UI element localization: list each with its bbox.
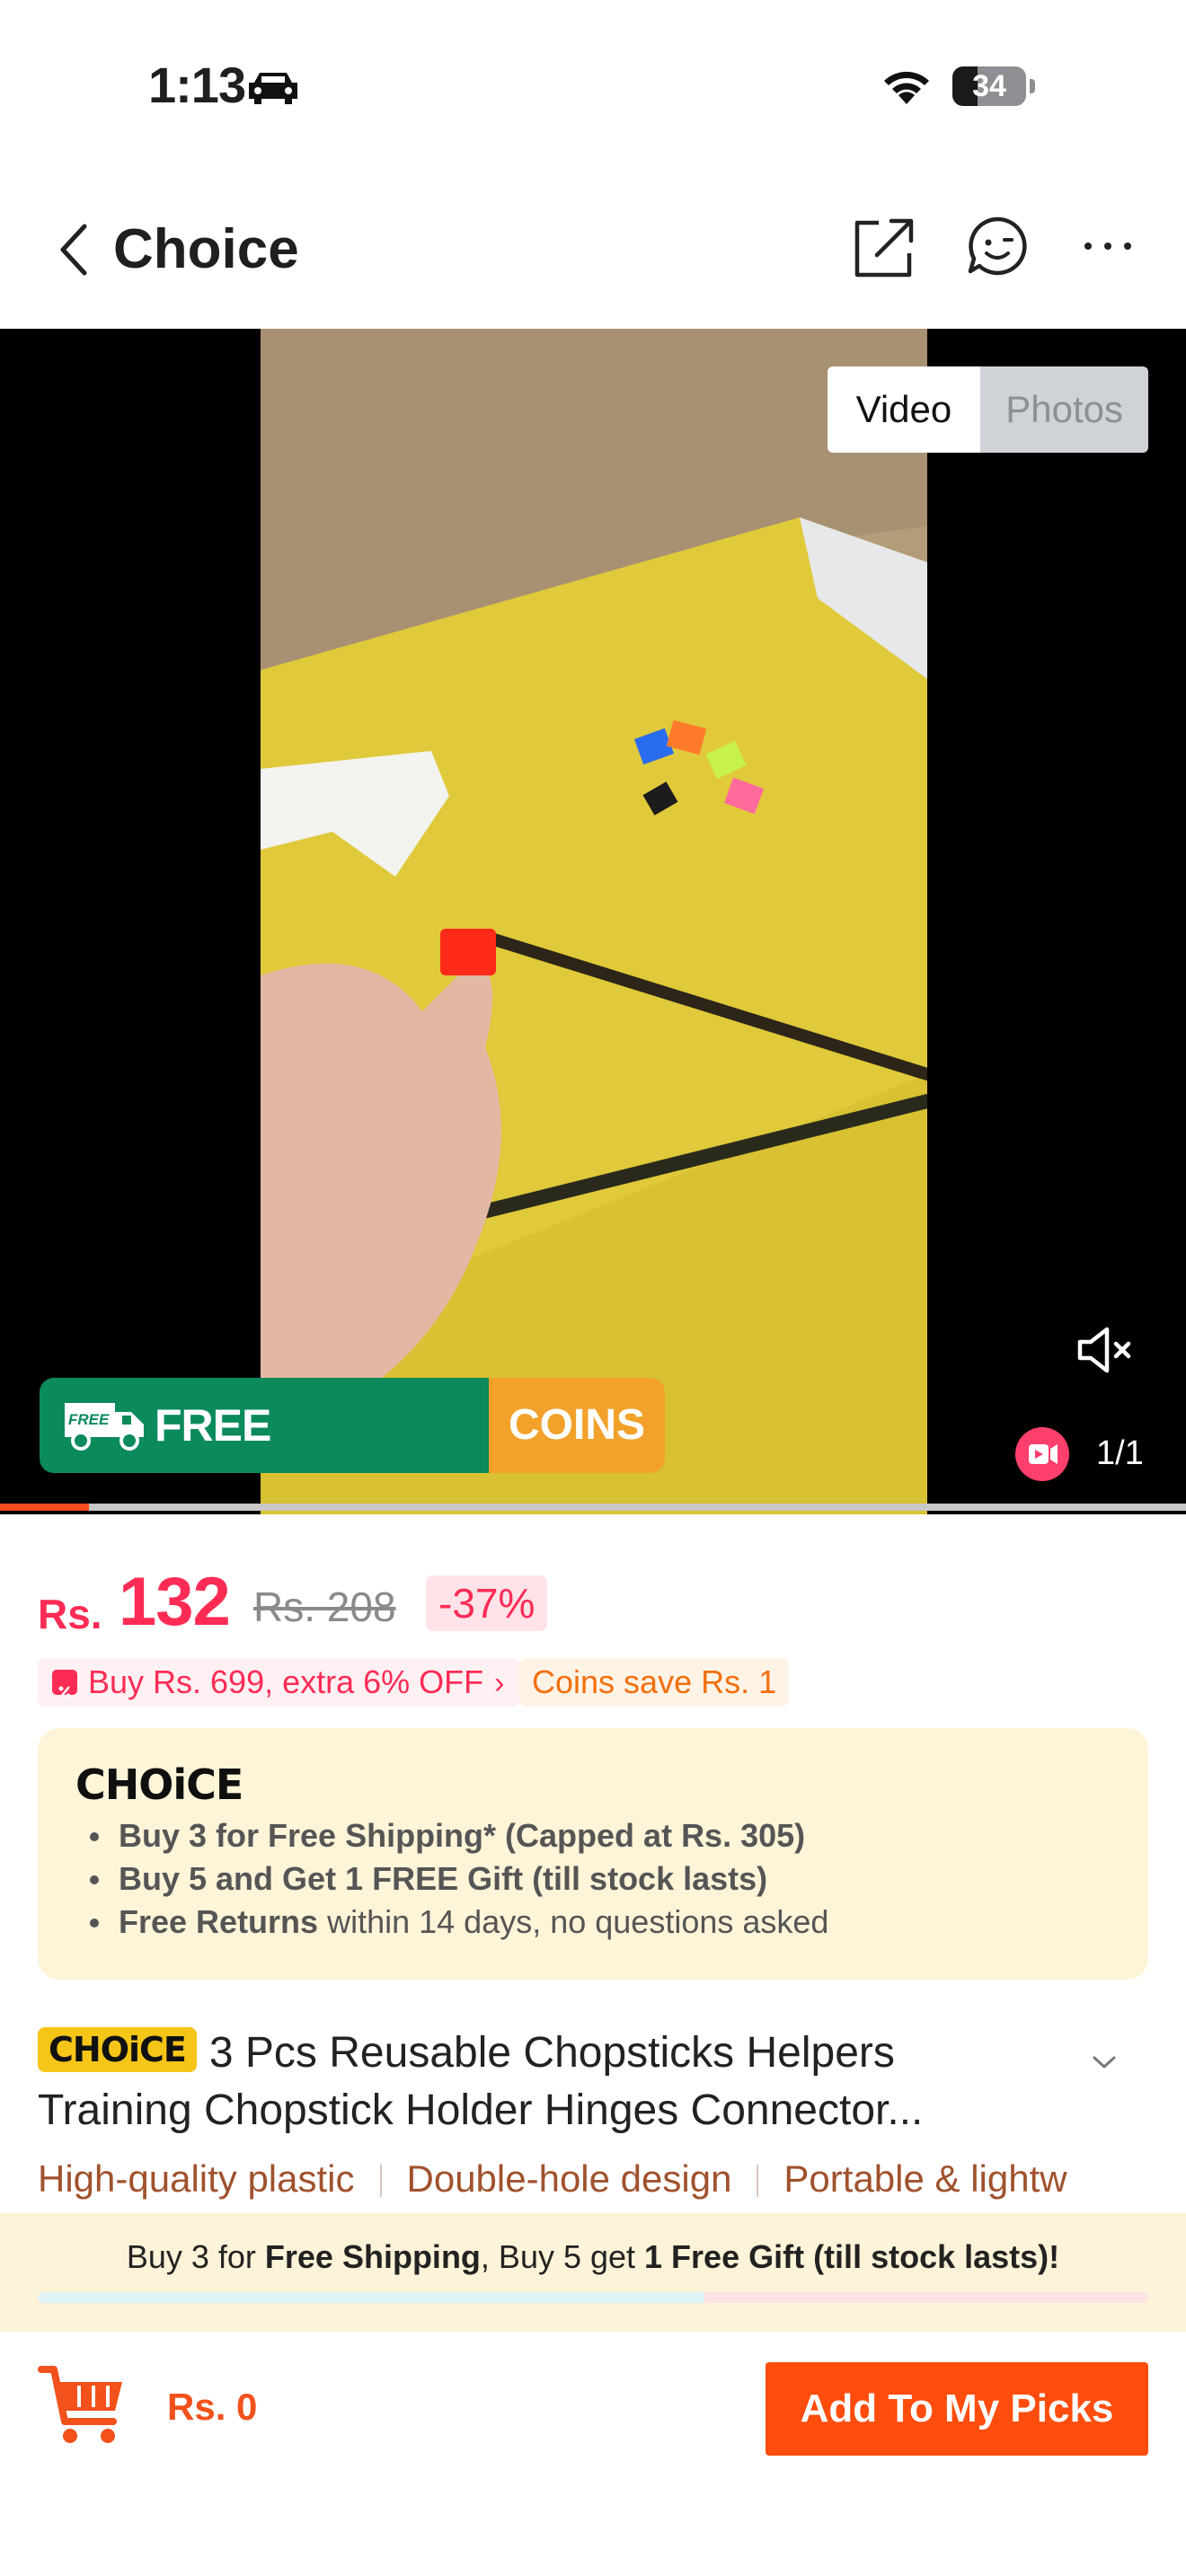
status-time: 1:13 <box>148 57 246 113</box>
choice-benefits-card[interactable]: CHOiCE Buy 3 for Free Shipping* (Capped … <box>38 1728 1148 1980</box>
truck-free-text: FREE <box>68 1411 110 1428</box>
discount-badge: -37% <box>426 1575 548 1631</box>
price-currency: Rs. <box>38 1591 102 1637</box>
car-icon <box>249 73 297 104</box>
coins-badge: COINS <box>489 1378 665 1473</box>
feature-tag: Portable & lightw <box>783 2157 1067 2200</box>
product-media[interactable]: Video Photos 1/1 FREE FREE SHIPPING <box>0 329 1186 1514</box>
free-shipping-banner: FREE FREE SHIPPING COINS <box>40 1378 665 1473</box>
mute-icon[interactable] <box>1076 1324 1134 1376</box>
product-title-line1: 3 Pcs Reusable Chopsticks Helpers <box>208 2029 895 2077</box>
video-frame-image <box>261 329 927 1514</box>
battery-level: 34 <box>972 69 1006 103</box>
coupon-icon <box>52 1670 77 1698</box>
video-badge-icon <box>1015 1427 1069 1481</box>
media-tab-toggle: Video Photos <box>827 366 1148 453</box>
more-icon[interactable] <box>1082 235 1134 257</box>
choice-chip: CHOiCE <box>38 2027 197 2072</box>
battery-icon: 34 <box>952 66 1026 106</box>
product-video[interactable] <box>261 329 927 1514</box>
chevron-right-icon: › <box>494 1666 505 1700</box>
bundle-progress-text: Buy 3 for Free Shipping, Buy 5 get 1 Fre… <box>126 2238 1060 2275</box>
product-title-line2: Training Chopstick Holder Hinges Connect… <box>38 2086 924 2134</box>
coins-promo: Coins save Rs. 1 <box>519 1658 790 1707</box>
feature-divider <box>757 2165 759 2197</box>
battery-tip <box>1030 79 1035 93</box>
feature-divider <box>379 2165 382 2197</box>
choice-logo: CHOiCE <box>75 1760 243 1809</box>
chat-icon[interactable] <box>965 214 1030 278</box>
status-bar: 1:13 34 <box>0 0 1186 171</box>
bundle-progress-fill <box>38 2292 704 2303</box>
bundle-progress-banner: Buy 3 for Free Shipping, Buy 5 get 1 Fre… <box>0 2213 1186 2332</box>
back-icon[interactable] <box>56 223 92 277</box>
choice-benefit-list: Buy 3 for Free Shipping* (Capped at Rs. … <box>83 1814 828 1944</box>
tab-video[interactable]: Video <box>827 366 981 453</box>
price-row: Rs. 132 Rs. 208 -37% <box>38 1563 1152 1644</box>
nav-bar: Choice <box>0 171 1186 329</box>
free-shipping-label: FREE SHIPPING <box>155 1400 271 1451</box>
choice-benefit-item: Buy 5 and Get 1 FREE Gift (till stock la… <box>83 1857 828 1901</box>
add-to-picks-button[interactable]: Add To My Picks <box>766 2362 1148 2456</box>
current-price: 132 <box>119 1564 231 1640</box>
bundle-promo-text: Buy Rs. 699, extra 6% OFF <box>88 1663 484 1700</box>
page-title: Choice <box>113 218 299 280</box>
feature-tags: High-quality plastic Double-hole design Po… <box>38 2157 1148 2211</box>
free-shipping-badge: FREE FREE SHIPPING <box>40 1378 489 1473</box>
promo-row: Buy Rs. 699, extra 6% OFF › Coins save Rs… <box>38 1658 1152 1707</box>
bundle-progress-bar <box>38 2292 1148 2303</box>
cart-icon[interactable] <box>38 2359 128 2448</box>
tab-photos[interactable]: Photos <box>980 366 1148 453</box>
chevron-down-icon[interactable] <box>1091 2053 1118 2071</box>
video-progress-fill <box>0 1504 89 1511</box>
wifi-icon <box>884 71 929 104</box>
media-counter-text: 1/1 <box>1096 1434 1144 1472</box>
share-icon[interactable] <box>852 216 916 280</box>
choice-benefit-item: Buy 3 for Free Shipping* (Capped at Rs. … <box>83 1814 828 1857</box>
bottom-action-bar: Rs. 0 Add To My Picks <box>0 2332 1186 2484</box>
feature-tag: High-quality plastic <box>38 2157 355 2200</box>
feature-tag: Double-hole design <box>406 2157 732 2200</box>
bundle-promo[interactable]: Buy Rs. 699, extra 6% OFF › <box>38 1658 521 1707</box>
original-price: Rs. 208 <box>253 1584 396 1630</box>
truck-icon: FREE <box>65 1403 144 1451</box>
cart-total: Rs. 0 <box>167 2386 258 2428</box>
product-title[interactable]: CHOiCE 3 Pcs Reusable Chopsticks Helpers … <box>38 2025 1080 2139</box>
video-progress-track[interactable] <box>0 1504 1186 1511</box>
choice-benefit-item: Free Returns within 14 days, no question… <box>83 1901 828 1944</box>
